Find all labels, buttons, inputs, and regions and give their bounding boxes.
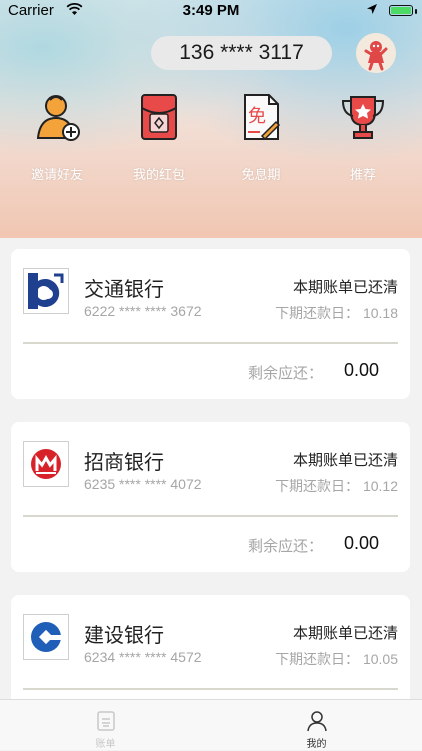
tab-bar: 账单 我的: [0, 699, 422, 750]
bill-status: 本期账单已还清: [292, 452, 398, 469]
remaining-label: 剩余应还：: [247, 365, 323, 382]
bank-name: 建设银行: [84, 625, 164, 647]
phone-number-badge[interactable]: 136 **** 3117: [151, 36, 332, 70]
quick-action-recommend[interactable]: 推荐: [313, 92, 413, 192]
bank-name: 招商银行: [84, 452, 164, 474]
due-date-label: 下期还款日：: [275, 478, 360, 494]
quick-action-label: 我的红包: [132, 167, 185, 182]
invite-friend-icon: [36, 95, 80, 141]
quick-action-invite[interactable]: 邀请好友: [7, 92, 107, 192]
quick-action-label: 邀请好友: [30, 167, 83, 182]
remaining-label: 剩余应还：: [247, 538, 323, 555]
svg-text:免: 免: [248, 106, 266, 127]
header-background: Carrier 3:49 PM 136 **** 3117 邀请好友 我的红包 …: [0, 0, 422, 238]
tab-mine[interactable]: 我的: [211, 700, 422, 751]
card-divider: [23, 515, 398, 517]
quick-action-label: 免息期: [241, 167, 281, 182]
battery-cap: [415, 9, 417, 14]
next-due-date: 下期还款日： 10.18: [275, 303, 398, 323]
due-date-label: 下期还款日：: [275, 651, 360, 667]
battery-icon: [389, 5, 413, 16]
status-bar: Carrier 3:49 PM: [0, 0, 422, 22]
clock: 3:49 PM: [182, 2, 240, 19]
card-number: 6222 **** **** 3672: [84, 303, 202, 319]
tab-bills-label: 账单: [95, 739, 116, 750]
quick-action-interest-free[interactable]: 免 免息期: [211, 92, 311, 192]
user-avatar[interactable]: [356, 33, 396, 73]
due-date-label: 下期还款日：: [275, 305, 360, 321]
card-divider: [23, 688, 398, 690]
card-number: 6234 **** **** 4572: [84, 649, 202, 665]
due-date-value: 10.05: [362, 651, 398, 667]
bill-status: 本期账单已还清: [292, 625, 398, 642]
trophy-icon: [341, 96, 385, 139]
bill-status: 本期账单已还清: [292, 279, 398, 296]
due-date-value: 10.18: [362, 305, 398, 321]
red-envelope-icon: [141, 94, 177, 140]
avatar-character-icon: [356, 33, 396, 73]
card-divider: [23, 342, 398, 344]
bocom-logo-icon: [23, 268, 69, 314]
location-arrow-icon: [366, 2, 378, 19]
tab-bills[interactable]: 账单: [0, 700, 211, 751]
ccb-logo-icon: [23, 614, 69, 660]
next-due-date: 下期还款日： 10.12: [275, 476, 398, 496]
bank-card-cmb[interactable]: 招商银行 6235 **** **** 4072 本期账单已还清 下期还款日： …: [11, 422, 410, 572]
due-date-value: 10.12: [362, 478, 398, 494]
card-number: 6235 **** **** 4072: [84, 476, 202, 492]
quick-action-label: 推荐: [349, 167, 376, 182]
quick-action-red-envelope[interactable]: 我的红包: [109, 92, 209, 192]
cmb-logo-icon: [23, 441, 69, 487]
bank-card-bocom[interactable]: 交通银行 6222 **** **** 3672 本期账单已还清 下期还款日： …: [11, 249, 410, 399]
bill-icon: [96, 711, 115, 731]
tab-mine-label: 我的: [306, 739, 327, 750]
user-profile-icon: [306, 711, 327, 732]
remaining-amount: 0.00: [343, 360, 379, 380]
next-due-date: 下期还款日： 10.05: [275, 649, 398, 669]
remaining-amount: 0.00: [343, 533, 379, 553]
bank-name: 交通银行: [84, 279, 164, 301]
interest-free-icon: 免: [244, 94, 281, 141]
